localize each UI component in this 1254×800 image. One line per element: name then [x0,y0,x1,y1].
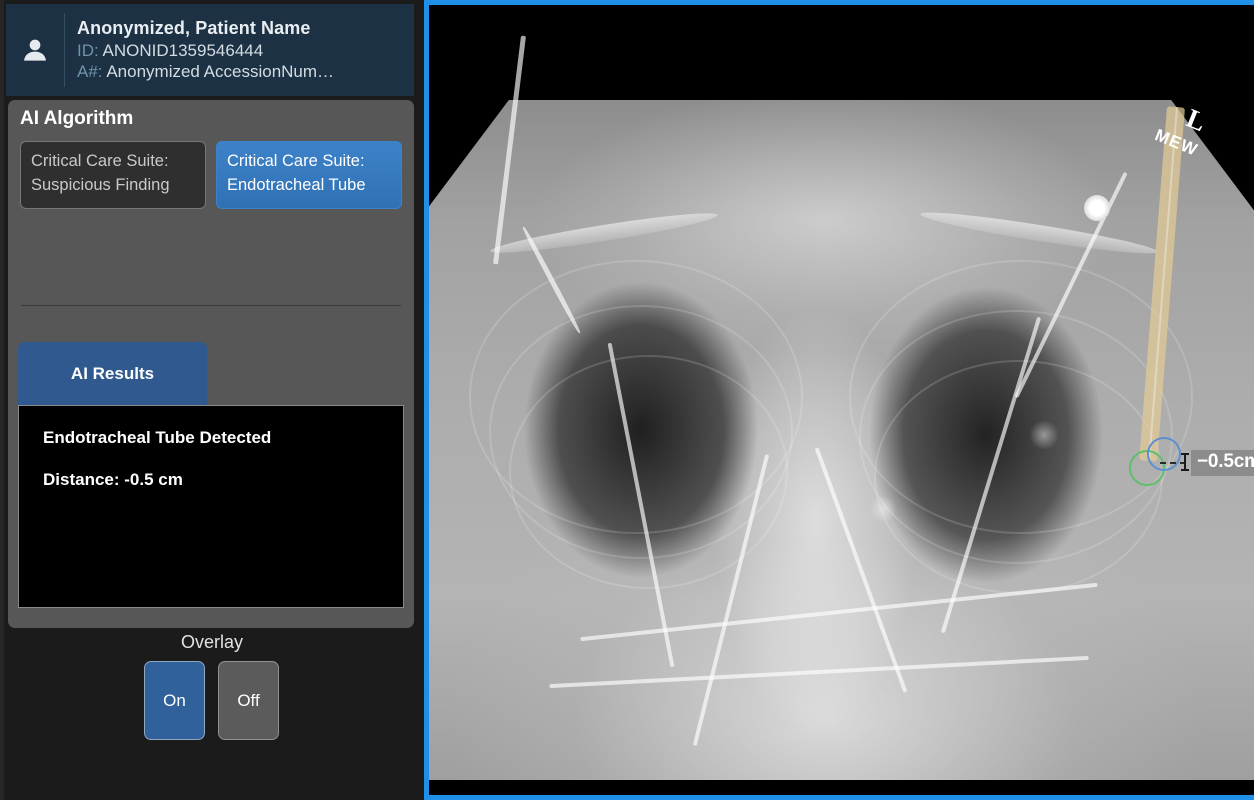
algorithm-option-line1: Critical Care Suite: [31,152,169,170]
ai-algorithm-title: AI Algorithm [20,108,134,129]
ai-results-panel: Endotracheal Tube Detected Distance: -0.… [18,405,404,608]
laterality-letter: L [1182,102,1211,138]
tab-ai-results[interactable]: AI Results [18,342,207,405]
algorithm-option-line2: Suspicious Finding [31,175,170,194]
panel-divider [21,305,401,306]
overlay-on-button[interactable]: On [144,661,205,740]
measurement-caliper-icon [1181,453,1189,471]
tube-tip-marker-circle [1147,437,1181,471]
electrode-marker [1084,195,1110,221]
laterality-marker: L MEW [1152,102,1244,175]
sidebar-left-edge [0,0,4,800]
patient-name: Anonymized, Patient Name [77,18,311,39]
electrode-marker [869,495,897,523]
patient-id-value: ANONID1359546444 [102,41,264,61]
algorithm-option-line2: Endotracheal Tube [227,175,366,194]
result-distance-text: Distance: -0.5 cm [43,470,183,489]
overlay-off-button[interactable]: Off [218,661,279,740]
patient-info: Anonymized, Patient Name ID: ANONID13595… [65,19,334,81]
sidebar-panel: Anonymized, Patient Name ID: ANONID13595… [0,0,424,800]
image-viewport[interactable]: −0.5cm L MEW [424,0,1254,800]
patient-id-row: ID: ANONID1359546444 [77,42,334,60]
patient-accession-value: Anonymized AccessionNum… [106,61,335,81]
measurement-dashed-line [1160,462,1186,464]
algorithm-option-line1: Critical Care Suite: [227,152,365,170]
patient-id-label: ID: [77,41,99,61]
xray-image[interactable]: −0.5cm L MEW [429,10,1254,780]
patient-accession-label: A#: [77,61,103,81]
algorithm-option-suspicious-finding[interactable]: Critical Care Suite: Suspicious Finding [20,141,206,209]
result-detection-text: Endotracheal Tube Detected [43,428,272,447]
measurement-distance-label: −0.5cm [1191,450,1254,476]
person-icon [6,4,64,96]
patient-accession-row: A#: Anonymized AccessionNum… [77,63,334,81]
overlay-label: Overlay [180,632,243,652]
patient-header[interactable]: Anonymized, Patient Name ID: ANONID13595… [6,4,414,96]
algorithm-option-endotracheal-tube[interactable]: Critical Care Suite: Endotracheal Tube [216,141,402,209]
electrode-marker [1029,420,1059,450]
ai-algorithm-panel: AI Algorithm Critical Care Suite: Suspic… [8,100,414,628]
